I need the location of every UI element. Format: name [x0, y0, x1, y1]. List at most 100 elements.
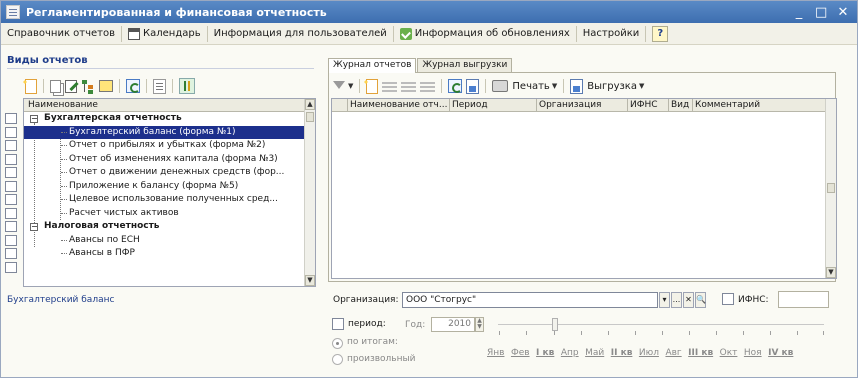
- column-header-period[interactable]: Период: [450, 99, 537, 111]
- ifns-checkbox[interactable]: [722, 293, 734, 305]
- column-header-kind[interactable]: Вид: [669, 99, 693, 111]
- tree-row[interactable]: Отчет об изменениях капитала (форма №3): [24, 153, 305, 167]
- minimize-button[interactable]: _: [793, 5, 805, 20]
- column-header-name[interactable]: Наименование: [24, 99, 315, 112]
- scroll-thumb[interactable]: [827, 183, 835, 193]
- list-icon[interactable]: [420, 79, 436, 93]
- period-checkbox[interactable]: [332, 318, 344, 330]
- report-checkbox[interactable]: [5, 248, 17, 259]
- chevron-down-icon[interactable]: ▼: [348, 82, 353, 90]
- menu-separator: [121, 25, 123, 42]
- tree-row[interactable]: Отчет о прибылях и убытках (форма №2): [24, 139, 305, 153]
- column-header-name[interactable]: Наименование отч...: [348, 99, 450, 111]
- month-link[interactable]: Май: [585, 348, 604, 358]
- list-icon[interactable]: [382, 79, 398, 93]
- column-header-ifns[interactable]: ИФНС: [628, 99, 669, 111]
- tree-row-selected[interactable]: Бухгалтерский баланс (форма №1): [24, 125, 305, 139]
- month-link[interactable]: Янв: [487, 348, 504, 358]
- dropdown-icon[interactable]: ▾: [659, 292, 670, 308]
- tab-export-journal[interactable]: Журнал выгрузки: [417, 58, 513, 72]
- title-bar[interactable]: Регламентированная и финансовая отчетнос…: [1, 1, 857, 23]
- tree-row[interactable]: Расчет чистых активов: [24, 207, 305, 221]
- report-checkbox[interactable]: [5, 234, 17, 246]
- quarter-link[interactable]: I кв: [536, 348, 554, 358]
- report-checkbox[interactable]: [5, 140, 17, 151]
- scroll-up-icon[interactable]: ▲: [305, 99, 315, 110]
- period-slider-track[interactable]: [498, 324, 824, 325]
- column-header-organization[interactable]: Организация: [537, 99, 628, 111]
- radio-totals[interactable]: [332, 338, 343, 349]
- report-checkbox[interactable]: [5, 207, 17, 219]
- send-icon[interactable]: [466, 78, 480, 94]
- quarter-link[interactable]: III кв: [688, 348, 713, 358]
- report-checkbox[interactable]: [5, 221, 17, 232]
- tree-row[interactable]: Авансы в ПФР: [24, 247, 305, 261]
- month-link[interactable]: Фев: [511, 348, 530, 358]
- search-icon[interactable]: 🔍: [695, 292, 706, 308]
- list-icon[interactable]: [401, 79, 417, 93]
- clear-icon[interactable]: ✕: [683, 292, 694, 308]
- report-checkbox[interactable]: [5, 113, 17, 124]
- tree-row[interactable]: Целевое использование полученных сред...: [24, 193, 305, 207]
- scroll-down-icon[interactable]: ▼: [305, 275, 315, 286]
- menu-reports-directory[interactable]: Справочник отчетов: [3, 25, 119, 43]
- settings-icon[interactable]: [179, 78, 195, 94]
- export-button[interactable]: Выгрузка: [587, 81, 637, 92]
- tab-reports-journal[interactable]: Журнал отчетов: [328, 58, 417, 73]
- edit-icon[interactable]: [65, 79, 77, 93]
- ifns-field[interactable]: [778, 291, 829, 308]
- month-link[interactable]: Ноя: [744, 348, 762, 358]
- refresh-icon[interactable]: [126, 79, 140, 93]
- chevron-down-icon[interactable]: ▼: [552, 82, 557, 90]
- journal-scrollbar[interactable]: ▼: [825, 99, 836, 278]
- tree-scrollbar[interactable]: ▲ ▼: [304, 99, 315, 286]
- report-checkbox[interactable]: [5, 167, 17, 178]
- tree-icon[interactable]: [81, 79, 95, 93]
- month-link[interactable]: Окт: [720, 348, 738, 358]
- menu-update-info[interactable]: Информация об обновлениях: [396, 25, 574, 43]
- print-button[interactable]: Печать: [512, 81, 549, 92]
- filter-icon[interactable]: [332, 79, 346, 93]
- tree-row[interactable]: Авансы по ЕСН: [24, 234, 305, 248]
- report-checkbox[interactable]: [5, 153, 17, 165]
- column-header-comment[interactable]: Комментарий: [693, 99, 825, 111]
- report-icon[interactable]: [153, 78, 166, 94]
- tree-group-row[interactable]: − Бухгалтерская отчетность: [24, 112, 305, 126]
- maximize-button[interactable]: □: [815, 5, 827, 20]
- period-slider-thumb[interactable]: [552, 318, 558, 331]
- tree-group-row[interactable]: − Налоговая отчетность: [24, 220, 305, 234]
- organization-field[interactable]: ООО "Стогрус": [402, 292, 658, 308]
- menu-calendar[interactable]: Календарь: [124, 25, 205, 43]
- menu-help[interactable]: ?: [648, 25, 672, 43]
- chevron-down-icon[interactable]: ▼: [639, 82, 644, 90]
- close-button[interactable]: ✕: [837, 5, 849, 20]
- scroll-down-icon[interactable]: ▼: [826, 267, 836, 278]
- tree-row[interactable]: Отчет о движении денежных средств (фор..…: [24, 166, 305, 180]
- quarter-link[interactable]: II кв: [611, 348, 633, 358]
- month-link[interactable]: Авг: [665, 348, 681, 358]
- tree-row[interactable]: Приложение к балансу (форма №5): [24, 180, 305, 194]
- year-field[interactable]: 2010: [431, 317, 475, 332]
- report-checkbox[interactable]: [5, 126, 17, 138]
- select-icon[interactable]: ...: [671, 292, 682, 308]
- scroll-thumb[interactable]: [306, 112, 314, 122]
- group-icon[interactable]: [99, 80, 113, 92]
- year-spinner[interactable]: ▲ ▼: [475, 317, 484, 332]
- month-link[interactable]: Апр: [561, 348, 579, 358]
- quarter-link[interactable]: IV кв: [768, 348, 793, 358]
- new-icon[interactable]: [363, 78, 379, 94]
- menu-user-info[interactable]: Информация для пользователей: [210, 25, 391, 43]
- month-link[interactable]: Июл: [639, 348, 659, 358]
- reports-journal-table[interactable]: Наименование отч... Период Организация И…: [331, 98, 837, 279]
- refresh-icon[interactable]: [448, 79, 463, 93]
- report-types-tree[interactable]: Наименование − Бухгалтерская отчетность …: [23, 98, 316, 287]
- collapse-icon[interactable]: −: [30, 223, 38, 231]
- report-checkbox[interactable]: [5, 180, 17, 192]
- report-checkbox[interactable]: [5, 194, 17, 205]
- new-report-icon[interactable]: [22, 78, 37, 94]
- radio-custom[interactable]: [332, 354, 343, 365]
- copy-icon[interactable]: [50, 79, 61, 93]
- report-checkbox[interactable]: [5, 261, 17, 273]
- menu-settings[interactable]: Настройки: [579, 25, 643, 43]
- collapse-icon[interactable]: −: [30, 115, 38, 123]
